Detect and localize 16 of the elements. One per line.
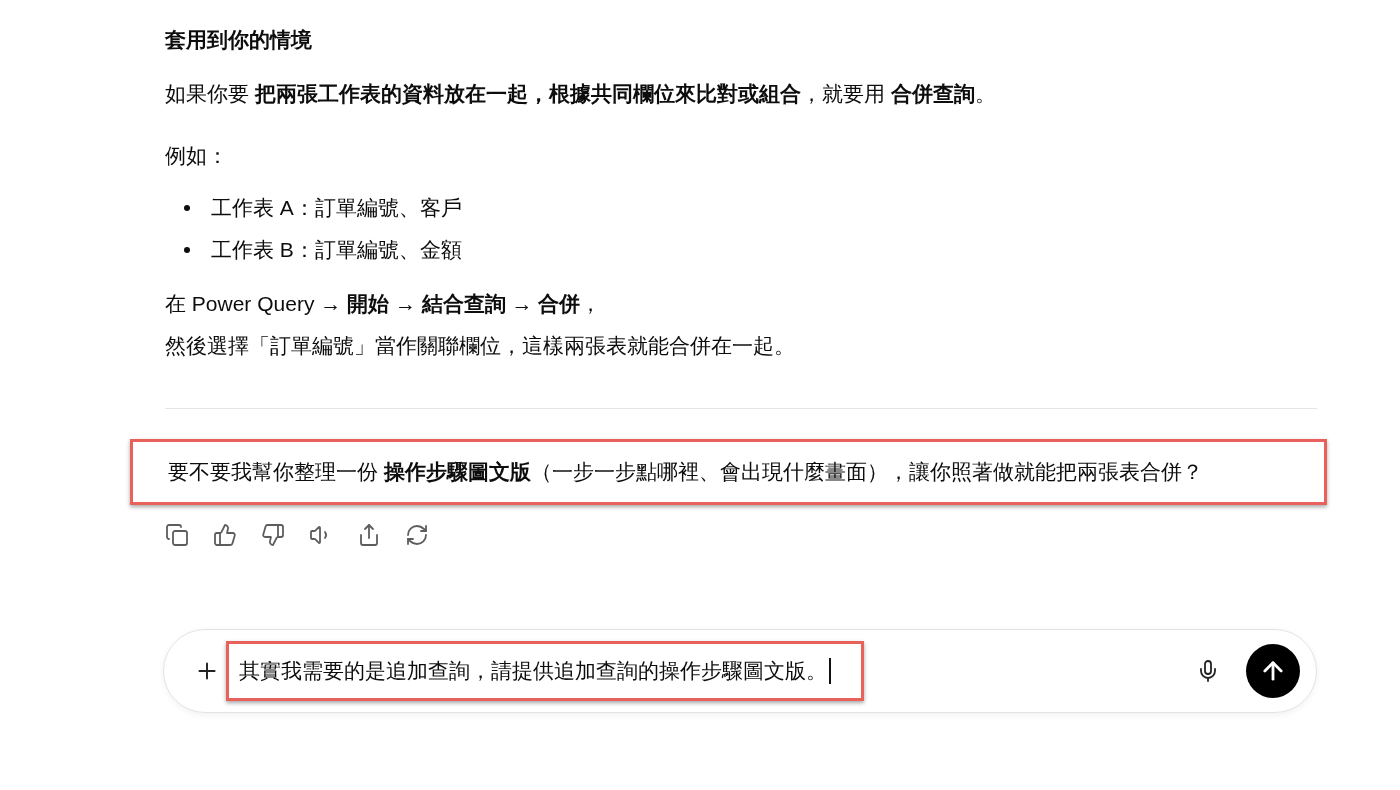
text-caret bbox=[829, 658, 831, 684]
copy-icon[interactable] bbox=[165, 523, 189, 547]
steps-note: 然後選擇「訂單編號」當作關聯欄位，這樣兩張表就能合併在一起。 bbox=[165, 333, 796, 359]
bullet-text: 工作表 A：訂單編號、客戶 bbox=[211, 195, 462, 221]
intro-paragraph: 如果你要 把兩張工作表的資料放在一起，根據共同欄位來比對或組合，就要用 合併查詢。 bbox=[165, 81, 997, 107]
share-icon[interactable] bbox=[357, 523, 381, 547]
steps-line: 在 Power Query → 開始 → 結合查詢 → 合併， bbox=[165, 291, 603, 317]
send-button[interactable] bbox=[1246, 644, 1300, 698]
message-input[interactable]: 其實我需要的是追加查詢，請提供追加查詢的操作步驟圖文版。 bbox=[226, 641, 864, 701]
thumbs-up-icon[interactable] bbox=[213, 523, 237, 547]
follow-up-question: 要不要我幫你整理一份 操作步驟圖文版（一步一步點哪裡、會出現什麼畫面），讓你照著做就能把兩張表合併？ bbox=[168, 459, 1204, 485]
bullet-text: 工作表 B：訂單編號、金額 bbox=[211, 237, 462, 263]
thumbs-down-icon[interactable] bbox=[261, 523, 285, 547]
section-heading: 套用到你的情境 bbox=[165, 27, 313, 53]
refresh-icon[interactable] bbox=[405, 523, 429, 547]
example-label: 例如： bbox=[165, 143, 229, 169]
